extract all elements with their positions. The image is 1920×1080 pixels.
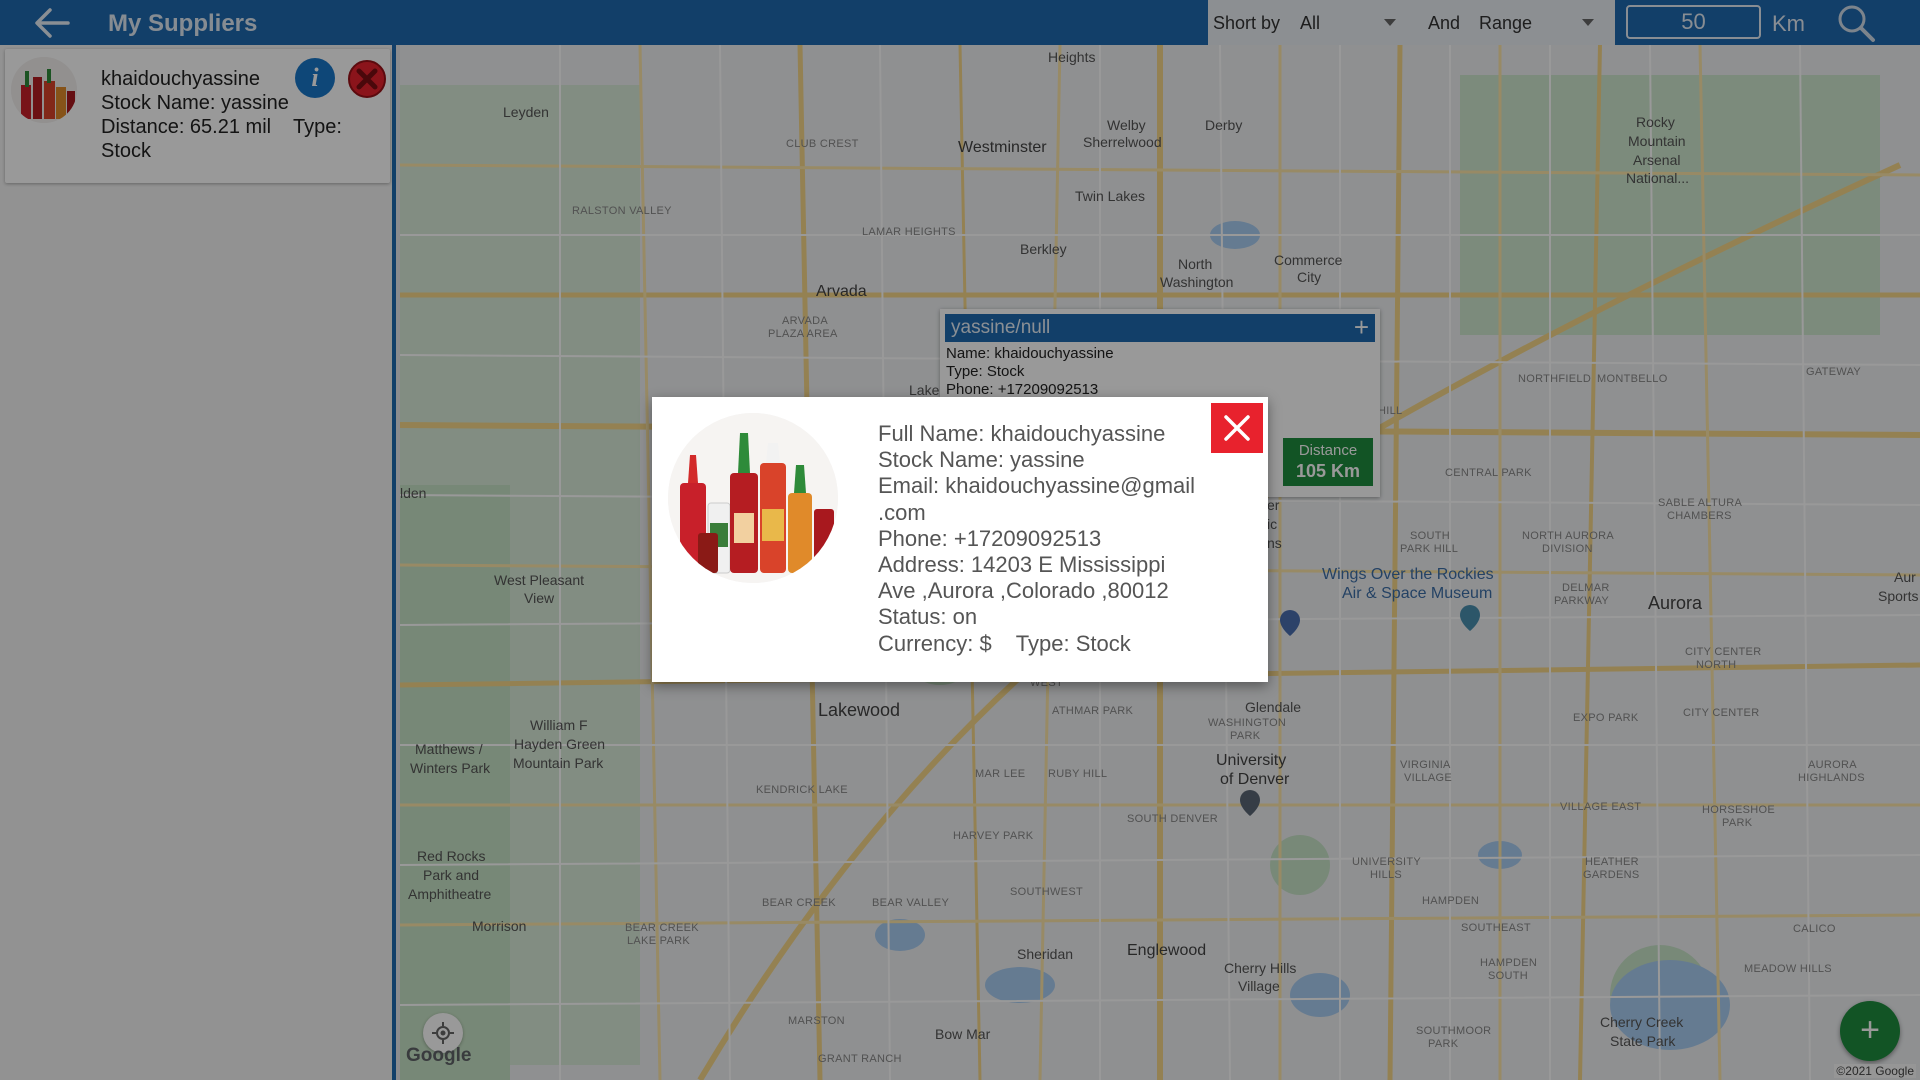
supplier-photo: [668, 413, 838, 583]
currency: Currency: $: [878, 630, 992, 656]
status: Status: on: [878, 604, 978, 630]
phone: Phone: +17209092513: [878, 525, 1102, 551]
supplier-info: Full Name: khaidouchyassine Stock Name: …: [878, 421, 1208, 657]
email-line-2: .com: [878, 499, 926, 525]
address-line-1: Address: 14203 E Mississippi: [878, 552, 1166, 578]
close-icon: [1224, 415, 1250, 441]
email-line-1: Email: khaidouchyassine@gmail: [878, 473, 1196, 499]
stock-name: Stock Name: yassine: [878, 447, 1085, 473]
hot-sauce-image: [668, 413, 838, 583]
type: Type: Stock: [1015, 630, 1131, 656]
full-name: Full Name: khaidouchyassine: [878, 421, 1166, 446]
address-line-2: Ave ,Aurora ,Colorado ,80012: [878, 578, 1169, 604]
currency-type-line: Currency: $ Type: Stock: [878, 631, 1208, 657]
supplier-detail-dialog: Full Name: khaidouchyassine Stock Name: …: [652, 397, 1268, 682]
close-button[interactable]: [1211, 403, 1263, 453]
